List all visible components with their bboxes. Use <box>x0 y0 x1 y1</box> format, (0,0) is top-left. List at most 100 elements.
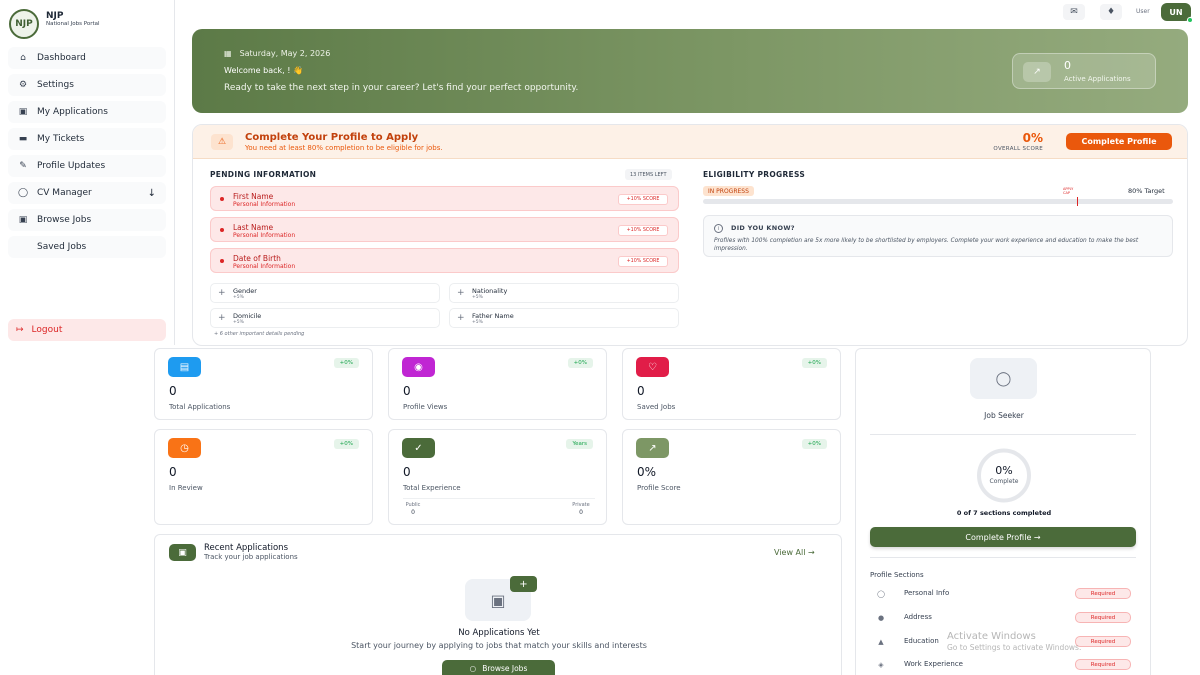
stat-label: In Review <box>169 484 203 492</box>
stat-label: Profile Score <box>637 484 681 492</box>
profile-section-address[interactable]: ● Address Required <box>870 610 1136 626</box>
sidebar-item-label: Settings <box>37 80 74 90</box>
plus-icon: + <box>457 288 465 298</box>
chevron-down-icon[interactable]: ↓ <box>148 188 156 199</box>
sidebar-item-cv-manager[interactable]: ◯ CV Manager ↓ <box>8 182 166 204</box>
pending-item-gender[interactable]: + Gender +5% <box>210 283 440 303</box>
user-role: Job Seeker <box>984 411 1024 420</box>
pending-item-nationality[interactable]: + Nationality +5% <box>449 283 679 303</box>
stat-card-total-applications[interactable]: ▤ +0% 0 Total Applications <box>154 348 373 420</box>
user-icon: ◯ <box>17 188 29 198</box>
complete-profile-side-button[interactable]: Complete Profile → <box>870 527 1136 547</box>
pending-item-father-name[interactable]: + Father Name +5% <box>449 308 679 328</box>
info-icon: i <box>714 224 723 233</box>
sidebar-item-dashboard[interactable]: ⌂ Dashboard <box>8 47 166 69</box>
sidebar-item-label: Browse Jobs <box>37 215 92 225</box>
stat-card-total-experience[interactable]: ✓ Years 0 Total Experience Public 0 Priv… <box>388 429 607 525</box>
plus-icon: + <box>218 288 226 298</box>
did-you-know-tip: i DID YOU KNOW? Profiles with 100% compl… <box>703 215 1173 257</box>
pending-info-heading: PENDING INFORMATION <box>210 170 317 179</box>
pending-item-name: First Name <box>233 192 274 201</box>
sidebar-item-saved-jobs[interactable]: Saved Jobs <box>8 236 166 258</box>
section-label: Address <box>904 613 932 621</box>
profile-section-work-experience[interactable]: ◈ Work Experience Required <box>870 657 1136 673</box>
change-badge: +0% <box>333 358 359 368</box>
complete-profile-button[interactable]: Complete Profile <box>1066 133 1172 150</box>
pending-item-date-of-birth[interactable]: Date of Birth Personal Information +10% … <box>210 248 679 273</box>
change-badge: +0% <box>333 439 359 449</box>
recent-subtitle: Track your job applications <box>204 553 298 561</box>
hero-tagline: Ready to take the next step in your care… <box>224 83 579 93</box>
private-label: Private <box>572 502 590 508</box>
apply-cap-line: CAP <box>1063 191 1070 195</box>
pending-item-last-name[interactable]: Last Name Personal Information +10% SCOR… <box>210 217 679 242</box>
status-badge: Required <box>1075 612 1131 623</box>
apply-cap-marker <box>1077 197 1078 206</box>
clock-icon: ◷ <box>168 438 201 458</box>
status-badge: Required <box>1075 636 1131 647</box>
pending-item-name: Domicile <box>233 312 262 320</box>
sidebar-item-browse-jobs[interactable]: ▣ Browse Jobs <box>8 209 166 231</box>
eligibility-heading: ELIGIBILITY PROGRESS <box>703 170 806 179</box>
sidebar-item-my-tickets[interactable]: ▬ My Tickets <box>8 128 166 150</box>
completion-label: Complete <box>989 478 1019 485</box>
sidebar-item-label: My Tickets <box>37 134 85 144</box>
pending-item-score: +5% <box>472 320 483 325</box>
stat-label: Total Applications <box>169 403 231 411</box>
watermark-line1: Activate Windows <box>947 631 1036 642</box>
briefcase-icon: ▣ <box>18 107 28 117</box>
stat-value: 0 <box>169 465 177 479</box>
stat-card-in-review[interactable]: ◷ +0% 0 In Review <box>154 429 373 525</box>
welcome-hero: ▦ Saturday, May 2, 2026 Welcome back, ! … <box>192 29 1188 113</box>
required-dot <box>220 259 224 263</box>
stat-card-profile-score[interactable]: ↗ +0% 0% Profile Score <box>622 429 841 525</box>
browse-jobs-label: Browse Jobs <box>482 663 528 673</box>
mail-icon[interactable]: ✉ <box>1063 4 1085 20</box>
pending-item-name: Nationality <box>472 287 508 295</box>
sidebar-item-profile-updates[interactable]: ✎ Profile Updates <box>8 155 166 177</box>
plus-icon: + <box>457 313 465 323</box>
sidebar-item-label: My Applications <box>37 107 108 117</box>
check-circle-icon: ✓ <box>402 438 435 458</box>
overall-score-label: OVERALL SCORE <box>993 146 1043 152</box>
bell-icon[interactable]: ♦ <box>1100 4 1122 20</box>
document-icon: ▤ <box>168 357 201 377</box>
avatar-initials: UN <box>1169 7 1183 17</box>
activation-watermark: Activate Windows Go to Settings to activ… <box>947 631 1081 652</box>
user-icon: ◯ <box>970 358 1037 399</box>
required-dot <box>220 197 224 201</box>
sidebar-item-my-applications[interactable]: ▣ My Applications <box>8 101 166 123</box>
overall-score-value: 0% <box>1022 131 1043 145</box>
brand-subtitle: National Jobs Portal <box>46 21 100 27</box>
stat-card-saved-jobs[interactable]: ♡ +0% 0 Saved Jobs <box>622 348 841 420</box>
logout-button[interactable]: ↦ Logout <box>8 319 166 341</box>
briefcase-icon: ▣ <box>169 544 196 561</box>
items-left-badge: 13 ITEMS LEFT <box>625 169 672 180</box>
change-badge: +0% <box>801 358 827 368</box>
logo[interactable]: NJP <box>9 9 39 39</box>
stat-card-profile-views[interactable]: ◉ +0% 0 Profile Views <box>388 348 607 420</box>
more-pending-note: + 6 other important details pending <box>214 331 305 337</box>
change-badge: +0% <box>567 358 593 368</box>
blank-icon <box>17 242 29 252</box>
browse-jobs-button[interactable]: ○ Browse Jobs <box>442 660 555 675</box>
pending-item-score: +5% <box>233 295 244 300</box>
status-badge: Required <box>1075 588 1131 599</box>
stat-value: 0% <box>637 465 657 479</box>
profile-section-personal-info[interactable]: ◯ Personal Info Required <box>870 586 1136 602</box>
search-icon: ○ <box>469 663 477 673</box>
public-value: 0 <box>411 509 415 516</box>
change-badge: Years <box>566 439 593 449</box>
view-all-link[interactable]: View All → <box>774 548 815 557</box>
current-date: ▦ Saturday, May 2, 2026 <box>224 49 330 58</box>
ticket-icon: ▬ <box>18 134 28 144</box>
sidebar-item-settings[interactable]: ⚙ Settings <box>8 74 166 96</box>
pending-item-domicile[interactable]: + Domicile +5% <box>210 308 440 328</box>
pending-item-first-name[interactable]: First Name Personal Information +10% SCO… <box>210 186 679 211</box>
active-applications-value: 0 <box>1064 59 1071 72</box>
calendar-icon: ▦ <box>224 49 232 58</box>
avatar[interactable]: UN <box>1161 3 1193 23</box>
pending-item-name: Last Name <box>233 223 274 232</box>
watermark-line2: Go to Settings to activate Windows. <box>947 643 1082 652</box>
user-name[interactable]: User <box>1136 8 1150 15</box>
